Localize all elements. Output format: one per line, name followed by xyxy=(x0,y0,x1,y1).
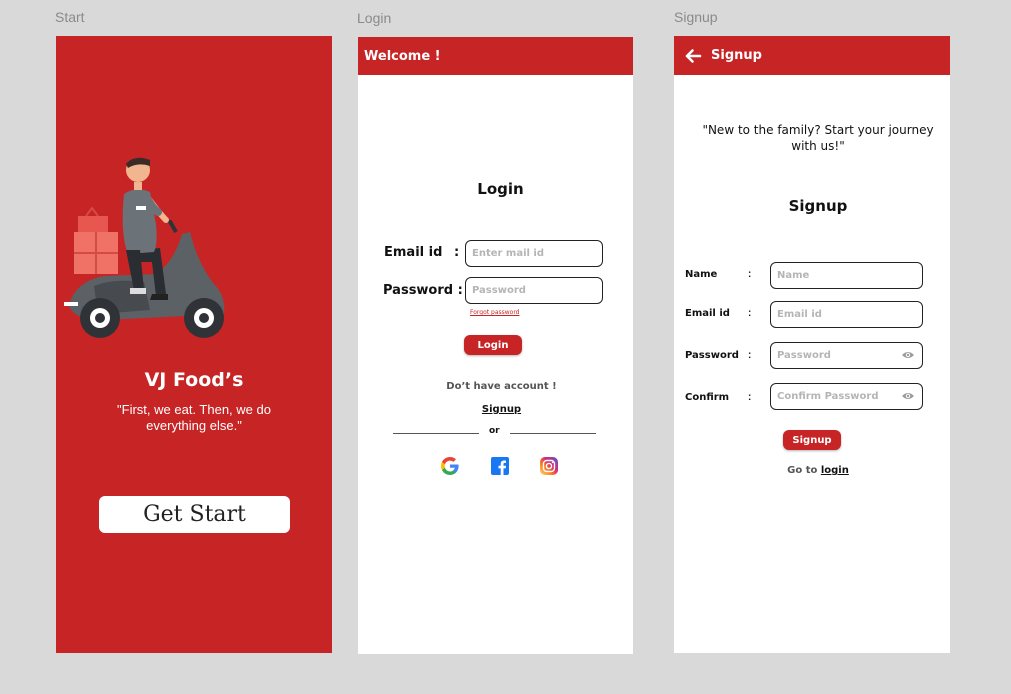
password-colon: : xyxy=(748,350,752,361)
confirm-label: Confirm xyxy=(685,392,730,403)
start-screen: VJ Food’s "First, we eat. Then, we do ev… xyxy=(56,36,332,653)
signup-button[interactable]: Signup xyxy=(783,430,841,450)
google-icon[interactable] xyxy=(440,456,460,476)
facebook-icon[interactable] xyxy=(490,456,510,476)
email-colon: : xyxy=(454,245,460,260)
back-arrow-icon[interactable] xyxy=(684,47,702,65)
login-appbar: Welcome ! xyxy=(358,37,633,75)
forgot-password-link[interactable]: Forgot password xyxy=(470,309,520,316)
name-input[interactable] xyxy=(770,262,923,289)
appbar-title: Welcome ! xyxy=(364,48,441,64)
delivery-scooter-illustration xyxy=(64,157,225,338)
brand-title: VJ Food’s xyxy=(144,369,244,391)
goto-login-text: Go to login xyxy=(674,465,950,476)
email-input[interactable] xyxy=(770,301,923,328)
divider-left xyxy=(393,433,479,434)
email-input[interactable] xyxy=(465,240,603,267)
or-text: or xyxy=(489,426,500,436)
frame-label-login: Login xyxy=(357,10,392,26)
eye-icon[interactable] xyxy=(901,391,915,401)
frame-label-start: Start xyxy=(55,9,85,25)
eye-icon[interactable] xyxy=(901,350,915,360)
password-input[interactable] xyxy=(465,277,603,304)
frame-label-signup: Signup xyxy=(674,9,718,25)
password-label: Password : xyxy=(383,283,463,298)
login-screen: Welcome ! Login Email id : Password : Fo… xyxy=(358,37,633,654)
login-title: Login xyxy=(477,180,524,198)
get-start-button[interactable]: Get Start xyxy=(99,496,290,533)
signup-screen: Signup "New to the family? Start your jo… xyxy=(674,36,950,653)
goto-label: Go to xyxy=(787,465,818,476)
signup-quote: "New to the family? Start your journey w… xyxy=(702,123,934,153)
instagram-icon[interactable] xyxy=(539,456,559,476)
appbar-title: Signup xyxy=(711,48,762,63)
name-colon: : xyxy=(748,269,752,280)
password-field-wrap xyxy=(770,342,923,369)
password-label: Password xyxy=(685,350,739,361)
login-link[interactable]: login xyxy=(821,465,849,476)
email-colon: : xyxy=(748,308,752,319)
login-button[interactable]: Login xyxy=(464,335,522,355)
signup-appbar: Signup xyxy=(674,36,950,75)
email-label: Email id xyxy=(685,308,730,319)
signup-link[interactable]: Signup xyxy=(358,404,633,415)
confirm-colon: : xyxy=(748,392,752,403)
brand-quote: "First, we eat. Then, we do everything e… xyxy=(117,402,271,433)
name-label: Name xyxy=(685,269,718,280)
confirm-field-wrap xyxy=(770,383,923,410)
email-label: Email id xyxy=(384,245,443,260)
divider-right xyxy=(510,433,596,434)
no-account-text: Do’t have account ! xyxy=(446,381,557,392)
signup-title: Signup xyxy=(788,197,848,215)
